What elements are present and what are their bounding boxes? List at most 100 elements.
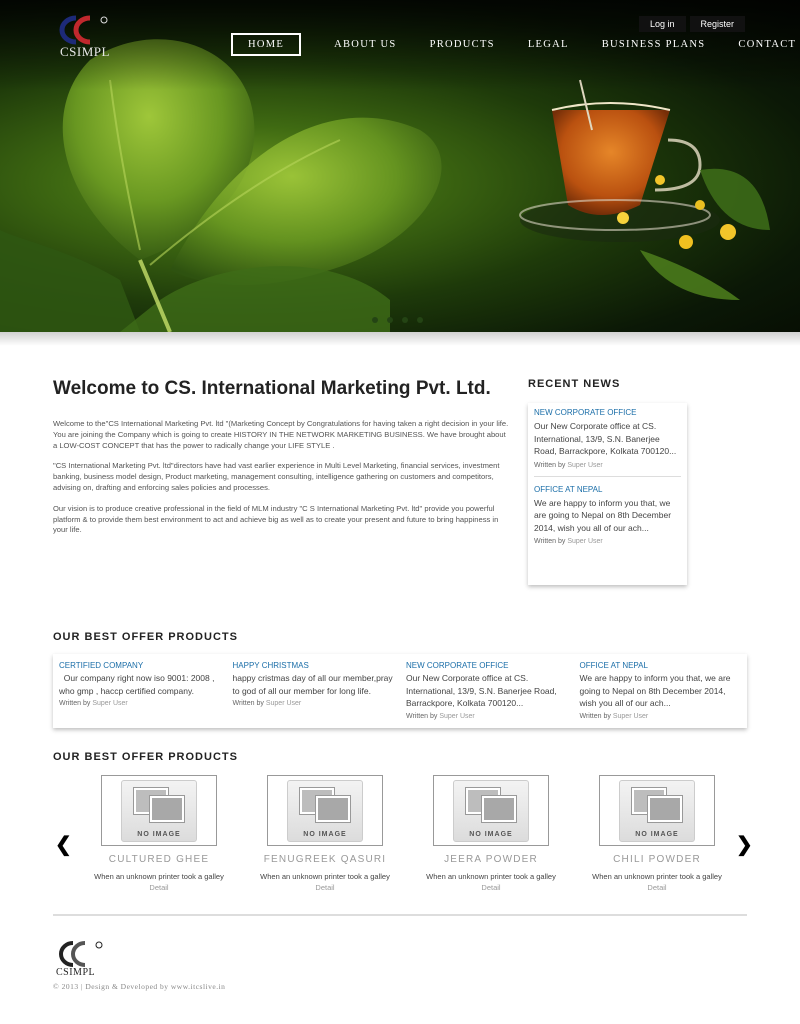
recent-news-title: RECENT NEWS (528, 378, 621, 390)
product-description: When an unknown printer took a galley (260, 872, 390, 881)
offer-item-text: happy cristmas day of all our member,pra… (232, 673, 393, 696)
offer-item-byline: Written by Super User (406, 713, 568, 720)
offer-item: NEW CORPORATE OFFICE Our New Corporate o… (400, 654, 574, 728)
product-detail-link[interactable]: Detail (149, 883, 168, 892)
nav-home[interactable]: HOME (231, 33, 302, 56)
slider-dot[interactable] (372, 317, 378, 323)
slider-pagination (372, 317, 423, 323)
offer-item-title[interactable]: CERTIFIED COMPANY (59, 661, 221, 670)
hero-bottom-shadow (0, 332, 800, 346)
product-image[interactable]: NO IMAGE (433, 775, 549, 846)
product-image[interactable]: NO IMAGE (599, 775, 715, 846)
site-logo[interactable]: CSIMPL (54, 14, 114, 60)
slider-dot[interactable] (402, 317, 408, 323)
nav-legal[interactable]: LEGAL (528, 35, 569, 54)
news-item-text: Our New Corporate office at CS. Internat… (534, 421, 677, 456)
slider-dot[interactable] (387, 317, 393, 323)
product-card: NO IMAGE CHILI POWDER When an unknown pr… (574, 775, 740, 892)
no-image-label: NO IMAGE (137, 830, 181, 838)
footer-copyright: © 2013 | Design & Developed by www.itcsl… (53, 982, 226, 991)
byline-label: Written by (406, 712, 438, 720)
logo-mark-icon (59, 15, 108, 45)
footer-divider (53, 914, 747, 916)
no-image-icon: NO IMAGE (453, 779, 529, 842)
footer-logo-mark-icon (59, 941, 103, 967)
offer-item: OFFICE AT NEPAL We are happy to inform y… (574, 654, 748, 728)
no-image-label: NO IMAGE (635, 830, 679, 838)
byline-author[interactable]: Super User (613, 713, 648, 720)
news-item: OFFICE AT NEPAL We are happy to inform y… (534, 475, 681, 553)
product-name[interactable]: CHILI POWDER (613, 854, 701, 865)
register-link[interactable]: Register (689, 16, 746, 32)
welcome-paragraph: Welcome to the"CS International Marketin… (53, 419, 509, 450)
hero-banner: CSIMPL Log in Register HOME ABOUT US PRO… (0, 0, 800, 332)
products-title: OUR BEST OFFER PRODUCTS (53, 751, 238, 763)
offer-item-title[interactable]: NEW CORPORATE OFFICE (406, 661, 568, 670)
byline-author[interactable]: Super User (567, 462, 602, 469)
byline-label: Written by (59, 700, 91, 707)
offer-item-byline: Written by Super User (580, 713, 742, 720)
slider-dot[interactable] (417, 317, 423, 323)
recent-news-box: NEW CORPORATE OFFICE Our New Corporate o… (528, 403, 687, 585)
offer-item-text: Our New Corporate office at CS. Internat… (406, 673, 557, 708)
offer-item-text: Our company right now iso 9001: 2008 , w… (59, 673, 217, 696)
no-image-icon: NO IMAGE (287, 779, 363, 842)
offer-item-title[interactable]: OFFICE AT NEPAL (580, 661, 742, 670)
logo-text: CSIMPL (60, 44, 110, 59)
offer-item-byline: Written by Super User (59, 700, 221, 707)
product-card: NO IMAGE FENUGREEK QASURI When an unknow… (242, 775, 408, 892)
offer-item: HAPPY CHRISTMAS happy cristmas day of al… (227, 654, 401, 728)
product-card: NO IMAGE CULTURED GHEE When an unknown p… (76, 775, 242, 892)
product-detail-link[interactable]: Detail (647, 883, 666, 892)
product-image[interactable]: NO IMAGE (267, 775, 383, 846)
nav-about-us[interactable]: ABOUT US (334, 35, 396, 54)
byline-label: Written by (534, 461, 566, 469)
footer-logo-text: CSIMPL (56, 967, 96, 978)
welcome-paragraph: "CS International Marketing Pvt. ltd"dir… (53, 461, 500, 492)
news-item-byline: Written by Super User (534, 462, 681, 469)
products-carousel: NO IMAGE CULTURED GHEE When an unknown p… (76, 775, 740, 892)
product-detail-link[interactable]: Detail (315, 883, 334, 892)
byline-author[interactable]: Super User (92, 700, 127, 707)
offer-item-text: We are happy to inform you that, we are … (579, 673, 731, 708)
news-item: NEW CORPORATE OFFICE Our New Corporate o… (534, 408, 681, 476)
news-item-title[interactable]: NEW CORPORATE OFFICE (534, 408, 681, 417)
byline-label: Written by (534, 538, 566, 545)
product-image[interactable]: NO IMAGE (101, 775, 217, 846)
welcome-paragraph: Our vision is to produce creative profes… (53, 503, 499, 535)
product-detail-link[interactable]: Detail (481, 883, 500, 892)
offer-item: CERTIFIED COMPANY Our company right now … (53, 654, 227, 728)
no-image-icon: NO IMAGE (619, 779, 695, 842)
no-image-label: NO IMAGE (303, 830, 347, 838)
product-name[interactable]: CULTURED GHEE (109, 854, 209, 865)
nav-contact-us[interactable]: CONTACT US (738, 35, 800, 54)
nav-products[interactable]: PRODUCTS (430, 35, 495, 54)
offer-item-byline: Written by Super User (233, 700, 395, 707)
news-item-title[interactable]: OFFICE AT NEPAL (534, 485, 681, 494)
login-link[interactable]: Log in (639, 16, 686, 32)
main-nav: HOME ABOUT US PRODUCTS LEGAL BUSINESS PL… (231, 33, 800, 56)
product-name[interactable]: JEERA POWDER (444, 854, 538, 865)
offers-title: OUR BEST OFFER PRODUCTS (53, 631, 238, 643)
byline-label: Written by (579, 712, 611, 720)
welcome-body: Welcome to the"CS International Marketin… (53, 419, 509, 546)
offer-item-title[interactable]: HAPPY CHRISTMAS (233, 661, 395, 670)
byline-author[interactable]: Super User (266, 700, 301, 707)
product-description: When an unknown printer took a galley (426, 872, 556, 881)
nav-business-plans[interactable]: BUSINESS PLANS (602, 35, 706, 54)
byline-label: Written by (232, 700, 264, 707)
product-name[interactable]: FENUGREEK QASURI (264, 854, 387, 865)
product-description: When an unknown printer took a galley (592, 872, 722, 881)
byline-author[interactable]: Super User (439, 713, 474, 720)
byline-author[interactable]: Super User (567, 538, 602, 545)
news-item-text: We are happy to inform you that, we are … (534, 497, 672, 533)
news-item-byline: Written by Super User (534, 538, 681, 545)
offers-box: CERTIFIED COMPANY Our company right now … (53, 654, 747, 728)
welcome-title: Welcome to CS. International Marketing P… (53, 378, 491, 399)
no-image-label: NO IMAGE (469, 830, 513, 838)
product-card: NO IMAGE JEERA POWDER When an unknown pr… (408, 775, 574, 892)
product-description: When an unknown printer took a galley (94, 872, 224, 881)
no-image-icon: NO IMAGE (121, 779, 197, 842)
account-links: Log in Register (639, 16, 746, 32)
carousel-prev-icon[interactable]: ❮ (55, 832, 72, 857)
